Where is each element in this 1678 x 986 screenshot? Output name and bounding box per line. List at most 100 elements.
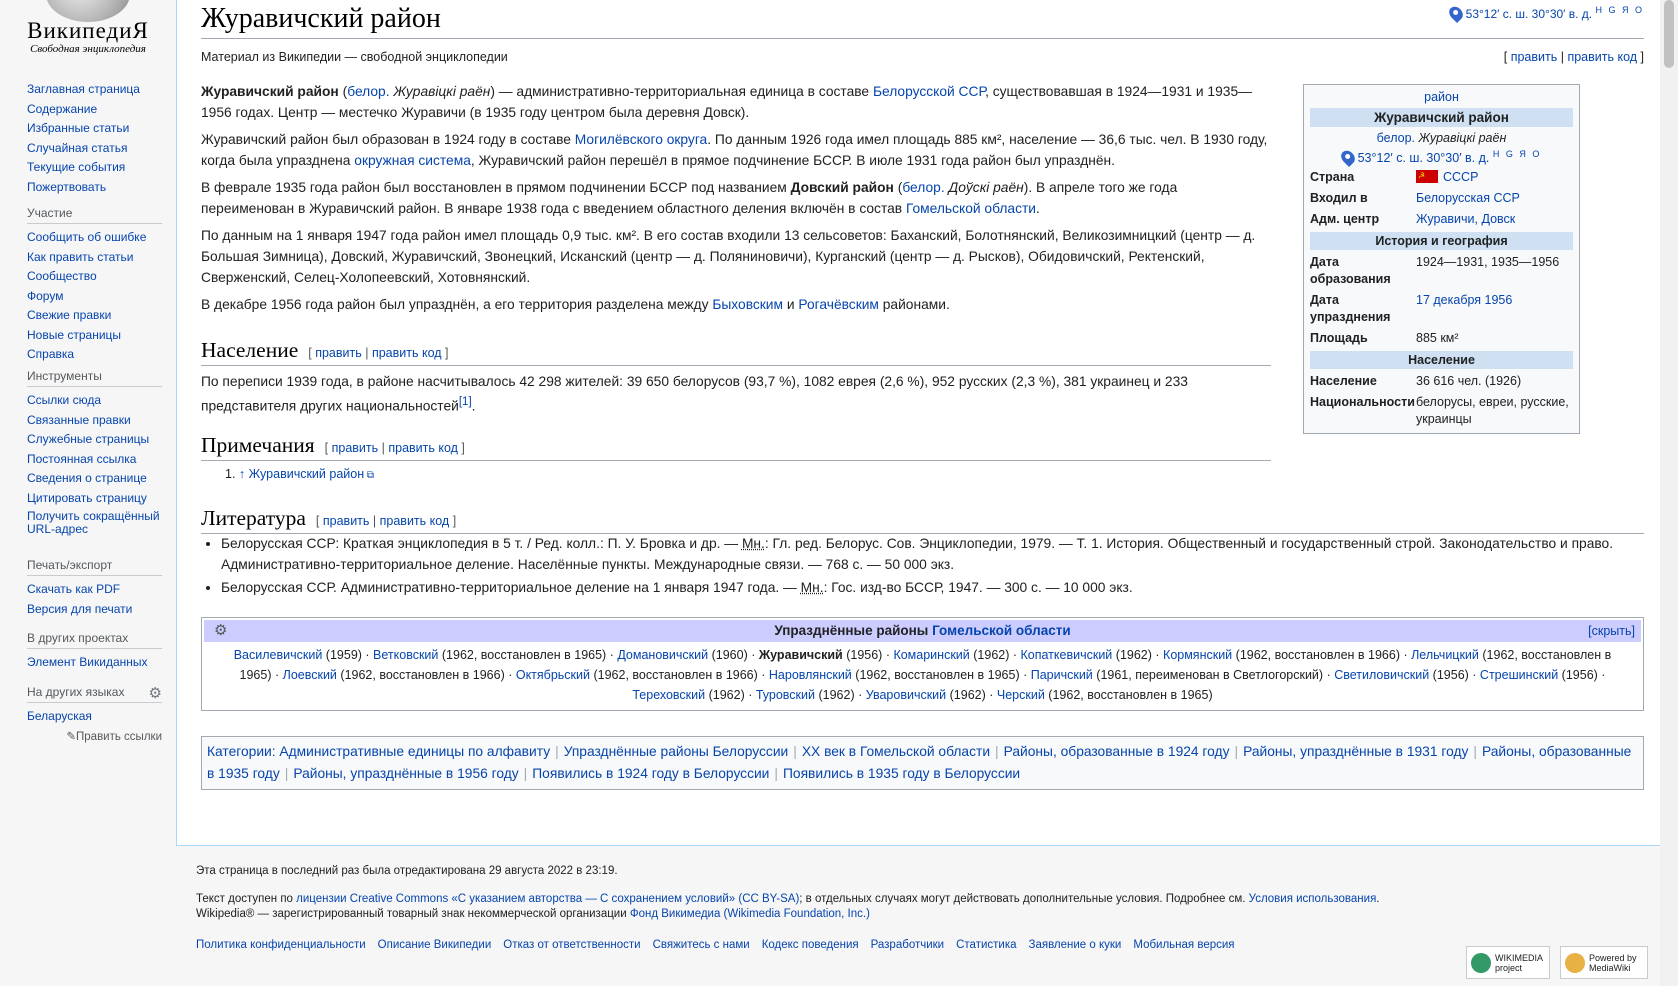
edit-link[interactable]: править	[323, 514, 370, 528]
scrollbar-thumb[interactable]	[1664, 0, 1674, 68]
sidebar-item[interactable]: Сообщить об ошибке	[27, 230, 162, 244]
sidebar-link[interactable]: Сведения о странице	[27, 471, 147, 485]
edit-link[interactable]: править	[1511, 50, 1558, 64]
district-link[interactable]: Наровлянский	[769, 668, 852, 682]
edit-link[interactable]: править	[332, 441, 379, 455]
mogilev-okrug-link[interactable]: Могилёвского округа	[575, 132, 708, 147]
sidebar-item[interactable]: Элемент Викиданных	[27, 655, 162, 669]
edit-link[interactable]: править	[315, 346, 362, 360]
map-services-links[interactable]: H G Я O	[1595, 5, 1644, 15]
district-link[interactable]: Светиловичский	[1334, 668, 1429, 682]
sidebar-item[interactable]: Пожертвовать	[27, 180, 162, 194]
footer-link[interactable]: Отказ от ответственности	[503, 939, 640, 951]
sidebar-link[interactable]: Беларуская	[27, 709, 92, 723]
sidebar-link[interactable]: Скачать как PDF	[27, 582, 120, 596]
sidebar-link[interactable]: Свежие правки	[27, 308, 111, 322]
sidebar-item[interactable]: Как править статьи	[27, 250, 162, 264]
edit-code-link[interactable]: править код	[388, 441, 458, 455]
reference-link[interactable]: [1]	[459, 396, 472, 408]
sidebar-item[interactable]: Цитировать страницу	[27, 491, 162, 505]
district-link[interactable]: Уваровичский	[866, 688, 946, 702]
sidebar-item[interactable]: Беларуская	[27, 709, 162, 723]
sidebar-item[interactable]: Случайная статья	[27, 141, 162, 155]
sidebar-link[interactable]: Получить сокращённый URL-адрес	[27, 509, 160, 536]
category-link[interactable]: Районы, упразднённые в 1956 году	[293, 766, 518, 781]
sidebar-link[interactable]: Пожертвовать	[27, 180, 106, 194]
sidebar-item[interactable]: Избранные статьи	[27, 121, 162, 135]
sidebar-link[interactable]: Сообщество	[27, 269, 97, 283]
sidebar-link[interactable]: Ссылки сюда	[27, 393, 101, 407]
sidebar-link[interactable]: Заглавная страница	[27, 82, 140, 96]
district-link[interactable]: Домановичский	[617, 648, 708, 662]
sidebar-item[interactable]: Заглавная страница	[27, 82, 162, 96]
lang-link[interactable]: белор.	[902, 180, 944, 195]
sidebar-link[interactable]: Справка	[27, 347, 74, 361]
district-link[interactable]: Копаткевичский	[1021, 648, 1113, 662]
district-link[interactable]: Туровский	[756, 688, 815, 702]
categories-label[interactable]: Категории:	[207, 744, 276, 759]
sidebar-item[interactable]: Новые страницы	[27, 328, 162, 342]
sidebar-link[interactable]: Версия для печати	[27, 602, 132, 616]
infobox-type-link[interactable]: район	[1424, 90, 1459, 104]
district-link[interactable]: Черский	[997, 688, 1045, 702]
sidebar-link[interactable]: Случайная статья	[27, 141, 127, 155]
sidebar-item[interactable]: Сообщество	[27, 269, 162, 283]
category-link[interactable]: Появились в 1935 году в Белоруссии	[783, 766, 1020, 781]
district-link[interactable]: Лельчицкий	[1411, 648, 1479, 662]
footer-link[interactable]: Статистика	[956, 939, 1016, 951]
sidebar-link[interactable]: Текущие события	[27, 160, 125, 174]
district-link[interactable]: Комаринский	[893, 648, 969, 662]
gomel-oblast-link[interactable]: Гомельской области	[932, 623, 1071, 638]
sidebar-item[interactable]: Содержание	[27, 102, 162, 116]
infobox-value[interactable]: Белорусская ССР	[1416, 190, 1520, 207]
footer-link[interactable]: Мобильная версия	[1133, 939, 1234, 951]
infobox-value-text[interactable]: Журавичи, Довск	[1416, 212, 1515, 226]
category-link[interactable]: Районы, образованные в 1924 году	[1004, 744, 1230, 759]
sidebar-link[interactable]: Избранные статьи	[27, 121, 129, 135]
district-link[interactable]: Паричский	[1031, 668, 1093, 682]
sidebar-item[interactable]: Текущие события	[27, 160, 162, 174]
category-link[interactable]: Упразднённые районы Белоруссии	[564, 744, 789, 759]
hide-navbox-button[interactable]: [скрыть]	[1588, 620, 1635, 642]
sidebar-link[interactable]: Элемент Викиданных	[27, 655, 148, 669]
scrollbar[interactable]	[1660, 0, 1678, 986]
sidebar-item[interactable]: Сведения о странице	[27, 471, 162, 485]
language-settings-gear-icon[interactable]: ⚙	[149, 684, 162, 702]
coordinates-link[interactable]: 53°12′ с. ш. 30°30′ в. д.	[1466, 7, 1593, 21]
sidebar-link[interactable]: Служебные страницы	[27, 432, 149, 446]
sidebar-item[interactable]: Справка	[27, 347, 162, 361]
sidebar-item[interactable]: Ссылки сюда	[27, 393, 162, 407]
back-arrow-link[interactable]: ↑	[239, 467, 245, 481]
sidebar-link[interactable]: Как править статьи	[27, 250, 133, 264]
footer-link[interactable]: Кодекс поведения	[762, 939, 859, 951]
infobox-coordinates[interactable]: 53°12′ с. ш. 30°30′ в. д. H G Я O	[1310, 147, 1573, 168]
infobox-value[interactable]: СССР	[1416, 167, 1478, 186]
sidebar-link[interactable]: Постоянная ссылка	[27, 452, 136, 466]
infobox-value[interactable]: 17 декабря 1956	[1416, 292, 1512, 326]
sidebar-link[interactable]: Связанные правки	[27, 413, 131, 427]
lang-link[interactable]: белор.	[1377, 131, 1415, 145]
sidebar-item[interactable]: Постоянная ссылка	[27, 452, 162, 466]
map-services-links[interactable]: H G Я O	[1493, 149, 1542, 159]
sidebar-item[interactable]: Служебные страницы	[27, 432, 162, 446]
sidebar-link[interactable]: Форум	[27, 289, 63, 303]
lang-link[interactable]: белор.	[347, 84, 389, 99]
district-link[interactable]: Стрешинский	[1480, 668, 1558, 682]
sidebar-item[interactable]: Свежие правки	[27, 308, 162, 322]
footer-link[interactable]: Описание Википедии	[378, 939, 492, 951]
coordinates-top[interactable]: 53°12′ с. ш. 30°30′ в. д. H G Я O	[1446, 3, 1644, 24]
sidebar-item[interactable]: Скачать как PDF	[27, 582, 162, 596]
footer-link[interactable]: Разработчики	[871, 939, 945, 951]
okrug-system-link[interactable]: окружная система	[354, 153, 471, 168]
district-link[interactable]: Октябрьский	[516, 668, 590, 682]
license-link[interactable]: лицензии Creative Commons «С указанием а…	[296, 893, 799, 905]
terms-link[interactable]: Условия использования	[1249, 893, 1377, 905]
sidebar-item[interactable]: Форум	[27, 289, 162, 303]
sidebar-item[interactable]: Получить сокращённый URL-адрес	[27, 510, 162, 536]
edit-code-link[interactable]: править код	[380, 514, 450, 528]
sidebar-item[interactable]: Версия для печати	[27, 602, 162, 616]
gear-icon[interactable]: ⚙	[214, 620, 227, 642]
wikimedia-foundation-link[interactable]: Фонд Викимедиа (Wikimedia Foundation, In…	[630, 908, 870, 920]
sidebar-link[interactable]: Новые страницы	[27, 328, 121, 342]
footer-link[interactable]: Политика конфиденциальности	[196, 939, 366, 951]
